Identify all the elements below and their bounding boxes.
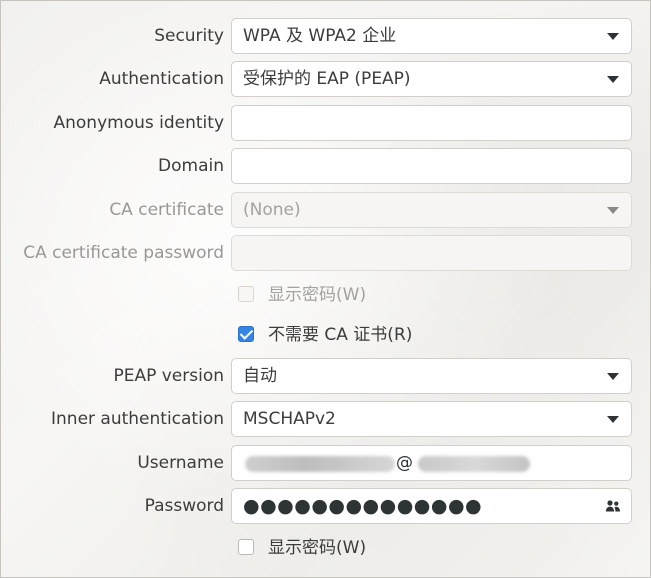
username-label: Username — [137, 453, 224, 473]
ca-certificate-row: CA certificate (None) — [1, 192, 651, 228]
chevron-down-icon — [607, 373, 619, 380]
show-ca-password-label: 显示密码(W) — [268, 285, 367, 305]
password-input[interactable]: ●●●●●●●●●●●●●● — [231, 488, 632, 524]
peap-version-value: 自动 — [243, 366, 277, 386]
chevron-down-icon — [607, 416, 619, 423]
user-menu-icon[interactable] — [605, 499, 621, 513]
authentication-row: Authentication 受保护的 EAP (PEAP) — [1, 61, 651, 97]
ca-certificate-password-label: CA certificate password — [23, 243, 224, 263]
username-input[interactable]: @ — [231, 445, 632, 481]
chevron-down-icon — [607, 76, 619, 83]
show-password-checkbox[interactable] — [238, 539, 254, 555]
security-dropdown[interactable]: WPA 及 WPA2 企业 — [231, 18, 632, 54]
username-at-sign: @ — [396, 453, 413, 473]
domain-row: Domain — [1, 148, 651, 184]
peap-version-dropdown[interactable]: 自动 — [231, 358, 632, 394]
ca-certificate-password-input[interactable] — [231, 235, 632, 271]
anonymous-identity-label: Anonymous identity — [53, 113, 225, 133]
ca-certificate-password-row: CA certificate password — [1, 235, 651, 271]
redacted-domain-blur — [418, 456, 530, 472]
peap-version-row: PEAP version 自动 — [1, 358, 651, 394]
ca-certificate-label: CA certificate — [109, 200, 224, 220]
security-row: Security WPA 及 WPA2 企业 — [1, 18, 651, 54]
show-password-label: 显示密码(W) — [268, 538, 367, 558]
inner-authentication-value: MSCHAPv2 — [243, 409, 336, 429]
security-value: WPA 及 WPA2 企业 — [243, 26, 397, 46]
domain-input[interactable] — [231, 148, 632, 184]
password-label: Password — [144, 496, 224, 516]
no-ca-required-checkbox[interactable] — [238, 326, 254, 342]
ca-certificate-value: (None) — [243, 200, 301, 220]
inner-authentication-row: Inner authentication MSCHAPv2 — [1, 401, 651, 437]
peap-version-label: PEAP version — [113, 366, 224, 386]
redacted-username-blur — [245, 456, 395, 472]
authentication-label: Authentication — [99, 69, 224, 89]
chevron-down-icon — [607, 33, 619, 40]
anonymous-identity-row: Anonymous identity — [1, 105, 651, 141]
domain-label: Domain — [158, 156, 224, 176]
wifi-security-settings-panel: Security WPA 及 WPA2 企业 Authentication 受保… — [0, 0, 651, 578]
password-row: Password ●●●●●●●●●●●●●● — [1, 488, 651, 524]
authentication-dropdown[interactable]: 受保护的 EAP (PEAP) — [231, 61, 632, 97]
show-ca-password-checkbox[interactable] — [238, 286, 254, 302]
password-value: ●●●●●●●●●●●●●● — [243, 495, 483, 517]
no-ca-required-label: 不需要 CA 证书(R) — [268, 325, 413, 345]
username-row: Username @ — [1, 445, 651, 481]
security-label: Security — [154, 26, 224, 46]
authentication-value: 受保护的 EAP (PEAP) — [243, 69, 411, 89]
inner-authentication-dropdown[interactable]: MSCHAPv2 — [231, 401, 632, 437]
inner-authentication-label: Inner authentication — [51, 409, 224, 429]
anonymous-identity-input[interactable] — [231, 105, 632, 141]
chevron-down-icon — [607, 207, 619, 214]
ca-certificate-dropdown[interactable]: (None) — [231, 192, 632, 228]
